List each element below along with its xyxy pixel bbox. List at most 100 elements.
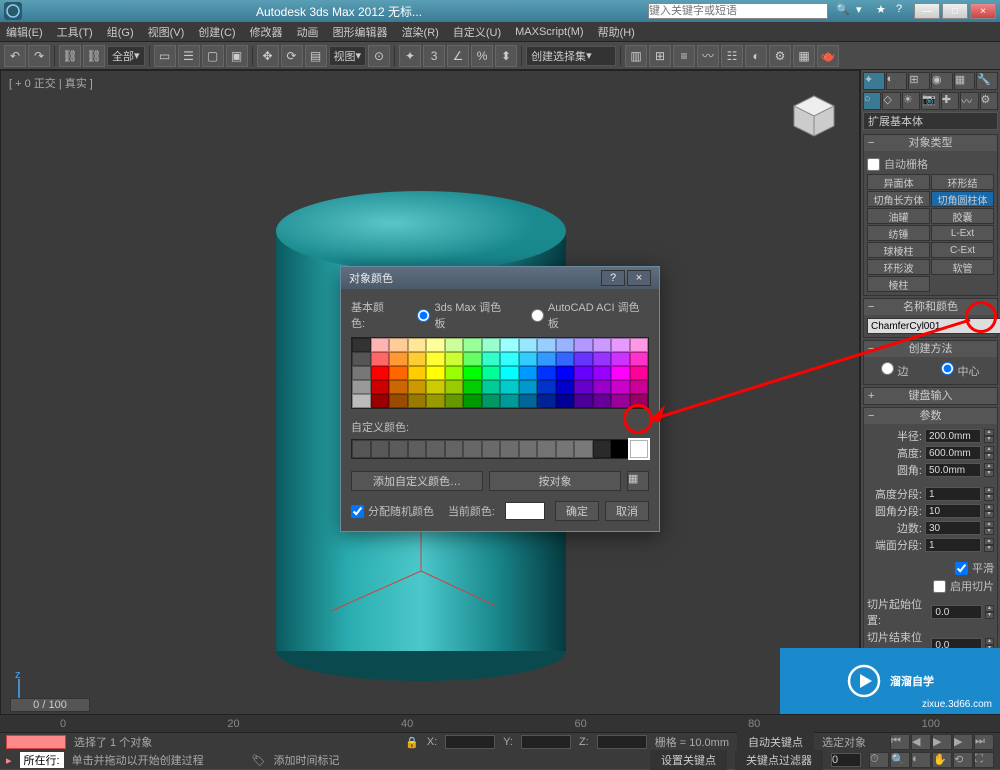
schematic-button[interactable]: ☷ [721, 45, 743, 67]
type-button[interactable]: 胶囊 [931, 208, 994, 224]
add-custom-color-button[interactable]: 添加自定义颜色… [351, 471, 483, 491]
custom-color-cell[interactable] [593, 440, 612, 458]
snap-button[interactable]: 3 [423, 45, 445, 67]
type-button[interactable]: 纺锤 [867, 225, 930, 241]
cameras-tab[interactable]: 📷 [921, 92, 939, 110]
hierarchy-tab[interactable]: ⊞ [908, 72, 930, 90]
render-setup-button[interactable]: ⚙ [769, 45, 791, 67]
percent-snap-button[interactable]: % [471, 45, 493, 67]
color-cell[interactable] [389, 380, 408, 394]
custom-color-cell[interactable] [556, 440, 575, 458]
modify-tab[interactable]: ◐ [886, 72, 908, 90]
keyboard-entry-header[interactable]: +键盘输入 [864, 388, 997, 404]
color-cell[interactable] [371, 352, 390, 366]
layers-button[interactable]: ≡ [673, 45, 695, 67]
close-button[interactable]: × [970, 3, 996, 19]
redo-button[interactable]: ↷ [28, 45, 50, 67]
color-cell[interactable] [389, 352, 408, 366]
smooth-checkbox[interactable] [955, 562, 968, 575]
cap-segs-spinner[interactable]: 1 [925, 538, 981, 552]
color-cell[interactable] [537, 366, 556, 380]
color-cell[interactable] [482, 338, 501, 352]
select-name-button[interactable]: ☰ [178, 45, 200, 67]
color-cell[interactable] [519, 366, 538, 380]
menu-animation[interactable]: 动画 [297, 24, 319, 40]
color-cell[interactable] [556, 380, 575, 394]
ok-button[interactable]: 确定 [555, 501, 599, 521]
menu-tools[interactable]: 工具(T) [57, 24, 93, 40]
type-button[interactable]: 环形波 [867, 259, 930, 275]
unlink-button[interactable]: ⛓ [83, 45, 105, 67]
custom-color-cell[interactable] [574, 440, 593, 458]
color-cell[interactable] [352, 338, 371, 352]
color-cell[interactable] [500, 338, 519, 352]
viewport-label[interactable]: [ + 0 正交 | 真实 ] [9, 75, 93, 91]
color-cell[interactable] [352, 380, 371, 394]
height-spinner[interactable]: 600.0mm [925, 446, 981, 460]
color-cell[interactable] [556, 338, 575, 352]
color-cell[interactable] [593, 366, 612, 380]
search-icon[interactable]: 🔍 [836, 3, 852, 19]
menu-customize[interactable]: 自定义(U) [453, 24, 501, 40]
fillet-segs-spinner[interactable]: 10 [925, 504, 981, 518]
type-button[interactable]: C-Ext [931, 242, 994, 258]
color-cell[interactable] [463, 338, 482, 352]
color-cell[interactable] [445, 352, 464, 366]
prev-frame-button[interactable]: ◀ [911, 734, 931, 750]
curve-editor-button[interactable]: 〰 [697, 45, 719, 67]
object-type-header[interactable]: −对象类型 [864, 135, 997, 151]
slice-from-spinner[interactable]: 0.0 [931, 605, 982, 619]
color-cell[interactable] [556, 352, 575, 366]
color-cell[interactable] [371, 380, 390, 394]
nav-zoom-button[interactable]: 🔍 [890, 752, 910, 768]
slice-on-checkbox[interactable] [933, 580, 946, 593]
color-cell[interactable] [630, 380, 649, 394]
add-time-tag[interactable]: 添加时间标记 [274, 752, 340, 768]
type-button[interactable]: 切角圆柱体 [931, 191, 994, 207]
type-button[interactable]: 异面体 [867, 174, 930, 190]
category-dropdown[interactable]: 扩展基本体 [863, 112, 998, 130]
color-cell[interactable] [445, 366, 464, 380]
favorites-icon[interactable]: ★ [876, 3, 892, 19]
color-cell[interactable] [630, 394, 649, 408]
helpers-tab[interactable]: ✚ [941, 92, 959, 110]
type-button[interactable]: 切角长方体 [867, 191, 930, 207]
color-cell[interactable] [408, 394, 427, 408]
type-button[interactable]: 油罐 [867, 208, 930, 224]
color-cell[interactable] [519, 352, 538, 366]
set-key-button[interactable]: 设置关键点 [650, 750, 727, 770]
color-cell[interactable] [611, 366, 630, 380]
custom-color-cell[interactable] [482, 440, 501, 458]
time-slider[interactable]: 0 / 100 [10, 696, 860, 714]
color-cell[interactable] [482, 380, 501, 394]
goto-end-button[interactable]: ⏭ [974, 734, 994, 750]
dialog-close-button[interactable]: × [627, 270, 651, 286]
object-name-input[interactable] [867, 318, 1000, 334]
type-button[interactable]: 软管 [931, 259, 994, 275]
color-cell[interactable] [593, 394, 612, 408]
current-frame-input[interactable] [831, 753, 861, 767]
color-cell[interactable] [500, 366, 519, 380]
lights-tab[interactable]: ☀ [902, 92, 920, 110]
by-object-button[interactable]: 按对象 [489, 471, 621, 491]
scale-button[interactable]: ▤ [305, 45, 327, 67]
key-filters-button[interactable]: 关键点过滤器 [735, 750, 823, 770]
custom-color-cell[interactable] [389, 440, 408, 458]
key-mode-dropdown[interactable]: 选定对象 [822, 734, 882, 750]
utilities-tab[interactable]: 🔧 [976, 72, 998, 90]
color-cell[interactable] [426, 338, 445, 352]
dialog-help-button[interactable]: ? [601, 270, 625, 286]
custom-color-cell[interactable] [371, 440, 390, 458]
time-config-button[interactable]: ⏱ [869, 752, 889, 768]
window-crossing-button[interactable]: ▣ [226, 45, 248, 67]
space-warps-tab[interactable]: 〰 [960, 92, 978, 110]
custom-color-cell[interactable] [352, 440, 371, 458]
mirror-button[interactable]: ▥ [625, 45, 647, 67]
color-cell[interactable] [426, 366, 445, 380]
move-button[interactable]: ✥ [257, 45, 279, 67]
custom-color-cell[interactable] [445, 440, 464, 458]
spinner-snap-button[interactable]: ⬍ [495, 45, 517, 67]
color-cell[interactable] [537, 338, 556, 352]
color-cell[interactable] [408, 352, 427, 366]
color-cell[interactable] [445, 394, 464, 408]
